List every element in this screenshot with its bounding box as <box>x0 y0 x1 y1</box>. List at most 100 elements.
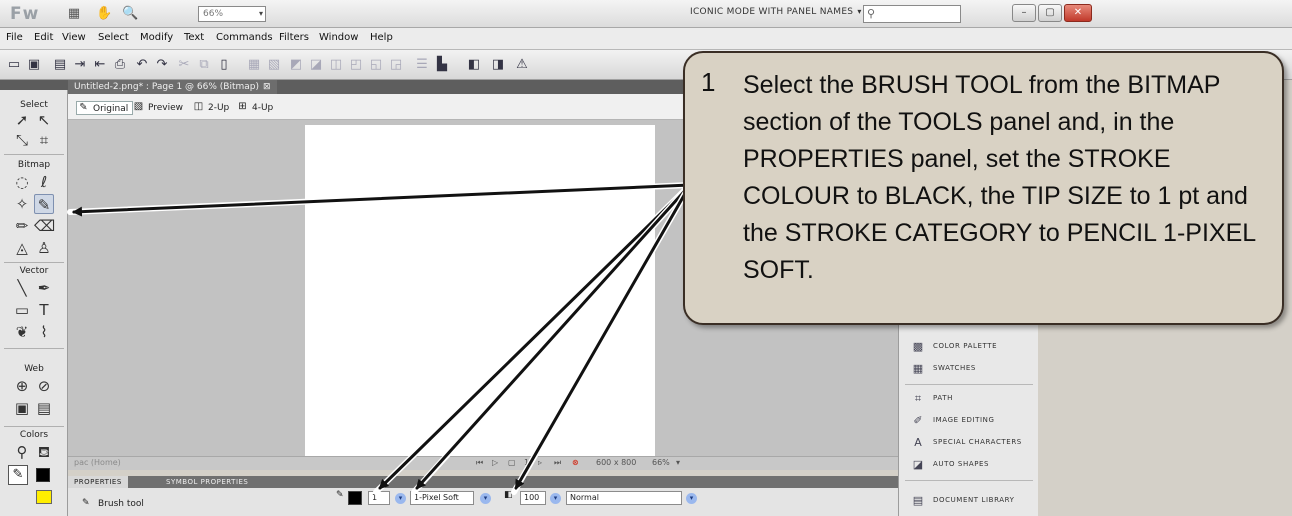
show-slices-icon[interactable]: ▤ <box>34 398 54 418</box>
line-tool-icon[interactable]: ╲ <box>12 278 32 298</box>
tab-preview[interactable]: ▧ Preview <box>132 101 183 115</box>
pointer-tool-icon[interactable]: ➚ <box>12 110 32 130</box>
tab-symbol-properties[interactable]: SYMBOL PROPERTIES <box>160 476 254 488</box>
menu-edit[interactable]: Edit <box>34 32 53 43</box>
search-input[interactable]: ⚲ <box>863 5 961 23</box>
panel-image-editing[interactable]: ✐ IMAGE EDITING <box>899 410 1039 432</box>
split-icon[interactable]: ◪ <box>308 57 324 73</box>
menu-commands[interactable]: Commands <box>216 32 273 43</box>
print-icon[interactable]: ⎙ <box>112 57 128 73</box>
pencil-tool-icon[interactable]: ✏ <box>12 216 32 236</box>
tab-properties[interactable]: PROPERTIES <box>68 476 128 488</box>
hand-icon[interactable]: ✋ <box>96 6 112 22</box>
blend-mode-select[interactable]: Normal <box>566 491 682 505</box>
warning-icon[interactable]: ⚠ <box>514 57 530 73</box>
tab-2up[interactable]: ◫ 2-Up <box>192 101 230 115</box>
workspace-switcher[interactable]: ICONIC MODE WITH PANEL NAMES ▾ <box>690 7 862 17</box>
zoom-icon[interactable]: 🔍 <box>122 6 138 22</box>
document-tab[interactable]: Untitled-2.png* : Page 1 @ 66% (Bitmap) ⊠ <box>68 80 277 94</box>
opacity-dropdown[interactable]: ▾ <box>550 493 561 504</box>
fill-color-swatch[interactable] <box>36 468 50 482</box>
intersect-icon[interactable]: ◰ <box>348 57 364 73</box>
chevron-down-icon[interactable]: ▾ <box>676 458 680 467</box>
menu-window[interactable]: Window <box>319 32 358 43</box>
group-icon[interactable]: ▦ <box>246 57 262 73</box>
next-frame-icon[interactable]: ▹ <box>538 458 542 467</box>
maximize-button[interactable]: ▢ <box>1038 4 1062 22</box>
ungroup-icon[interactable]: ▧ <box>266 57 282 73</box>
menu-modify[interactable]: Modify <box>140 32 173 43</box>
paste-icon[interactable]: ▯ <box>216 57 232 73</box>
pen-tool-icon[interactable]: ✒ <box>34 278 54 298</box>
send-back-icon[interactable]: ◨ <box>490 57 506 73</box>
crop-tool-icon[interactable]: ⌗ <box>34 130 54 150</box>
scale-tool-icon[interactable]: ⤡ <box>12 130 32 150</box>
crop-icon[interactable]: ◲ <box>388 57 404 73</box>
close-icon[interactable]: ⊠ <box>263 82 271 92</box>
panel-auto-shapes[interactable]: ◪ AUTO SHAPES <box>899 454 1039 476</box>
brush-tool-icon[interactable]: ✎ <box>34 194 54 214</box>
stroke-category-dropdown[interactable]: ▾ <box>480 493 491 504</box>
punch-icon[interactable]: ◱ <box>368 57 384 73</box>
join-icon[interactable]: ◩ <box>288 57 304 73</box>
menu-select[interactable]: Select <box>98 32 129 43</box>
union-icon[interactable]: ◫ <box>328 57 344 73</box>
minimize-button[interactable]: – <box>1012 4 1036 22</box>
menu-file[interactable]: File <box>6 32 23 43</box>
menu-filters[interactable]: Filters <box>279 32 309 43</box>
stop-icon[interactable]: ▢ <box>508 458 516 467</box>
stop-record-icon[interactable]: ⊗ <box>572 458 579 467</box>
open-icon[interactable]: ▤ <box>52 57 68 73</box>
hide-slices-icon[interactable]: ▣ <box>12 398 32 418</box>
text-tool-icon[interactable]: T <box>34 300 54 320</box>
slice-tool-icon[interactable]: ⊘ <box>34 376 54 396</box>
zoom-select[interactable]: 66% ▾ <box>198 6 266 22</box>
import-icon[interactable]: ⇥ <box>72 57 88 73</box>
distribute-icon[interactable]: ▙ <box>434 57 450 73</box>
magic-wand-tool-icon[interactable]: ✧ <box>12 194 32 214</box>
panel-color-palette[interactable]: ▩ COLOR PALETTE <box>899 336 1039 358</box>
tab-original[interactable]: ✎ Original <box>76 101 134 115</box>
fill-color-yellow-swatch[interactable] <box>36 490 52 504</box>
canvas-page[interactable] <box>305 125 655 460</box>
knife-tool-icon[interactable]: ⌇ <box>34 322 54 342</box>
new-file-icon[interactable]: ▭ <box>6 57 22 73</box>
stroke-color-swatch[interactable]: ✎ <box>8 465 28 485</box>
eraser-tool-icon[interactable]: ⌫ <box>34 216 55 236</box>
stroke-color-chip[interactable] <box>348 491 362 505</box>
close-button[interactable]: ✕ <box>1064 4 1092 22</box>
stroke-category-select[interactable]: 1-Pixel Soft <box>410 491 474 505</box>
blend-mode-dropdown[interactable]: ▾ <box>686 493 697 504</box>
menu-help[interactable]: Help <box>370 32 393 43</box>
align-icon[interactable]: ☰ <box>414 57 430 73</box>
lasso-tool-icon[interactable]: ℓ <box>34 172 54 192</box>
play-icon[interactable]: ▷ <box>492 458 498 467</box>
rectangle-tool-icon[interactable]: ▭ <box>12 300 32 320</box>
rubber-stamp-tool-icon[interactable]: ♙ <box>34 238 54 258</box>
panel-path[interactable]: ⌗ PATH <box>899 388 1039 410</box>
canvas-size[interactable]: 600 x 800 <box>596 458 636 467</box>
panel-document-library[interactable]: ▤ DOCUMENT LIBRARY <box>899 490 1039 512</box>
panel-swatches[interactable]: ▦ SWATCHES <box>899 358 1039 380</box>
cut-icon[interactable]: ✂ <box>176 57 192 73</box>
save-icon[interactable]: ▣ <box>26 57 42 73</box>
first-frame-icon[interactable]: ⏮ <box>476 458 483 468</box>
redo-icon[interactable]: ↷ <box>154 57 170 73</box>
opacity-field[interactable]: 100 <box>520 491 546 505</box>
last-frame-icon[interactable]: ⏭ <box>554 458 561 468</box>
hotspot-tool-icon[interactable]: ⊕ <box>12 376 32 396</box>
paint-bucket-tool-icon[interactable]: ⛾ <box>34 442 54 462</box>
layout-icon[interactable]: ▦ <box>66 6 82 22</box>
marquee-tool-icon[interactable]: ◌ <box>12 172 32 192</box>
panel-special-characters[interactable]: A SPECIAL CHARACTERS <box>899 432 1039 454</box>
tip-size-dropdown[interactable]: ▾ <box>395 493 406 504</box>
menu-view[interactable]: View <box>62 32 86 43</box>
status-zoom[interactable]: 66% <box>652 458 670 467</box>
copy-icon[interactable]: ⧉ <box>196 57 212 73</box>
blur-tool-icon[interactable]: ◬ <box>12 238 32 258</box>
bring-forward-icon[interactable]: ◧ <box>466 57 482 73</box>
subselect-tool-icon[interactable]: ↖ <box>34 110 54 130</box>
menu-text[interactable]: Text <box>184 32 204 43</box>
freeform-tool-icon[interactable]: ❦ <box>12 322 32 342</box>
eyedropper-tool-icon[interactable]: ⚲ <box>12 442 32 462</box>
